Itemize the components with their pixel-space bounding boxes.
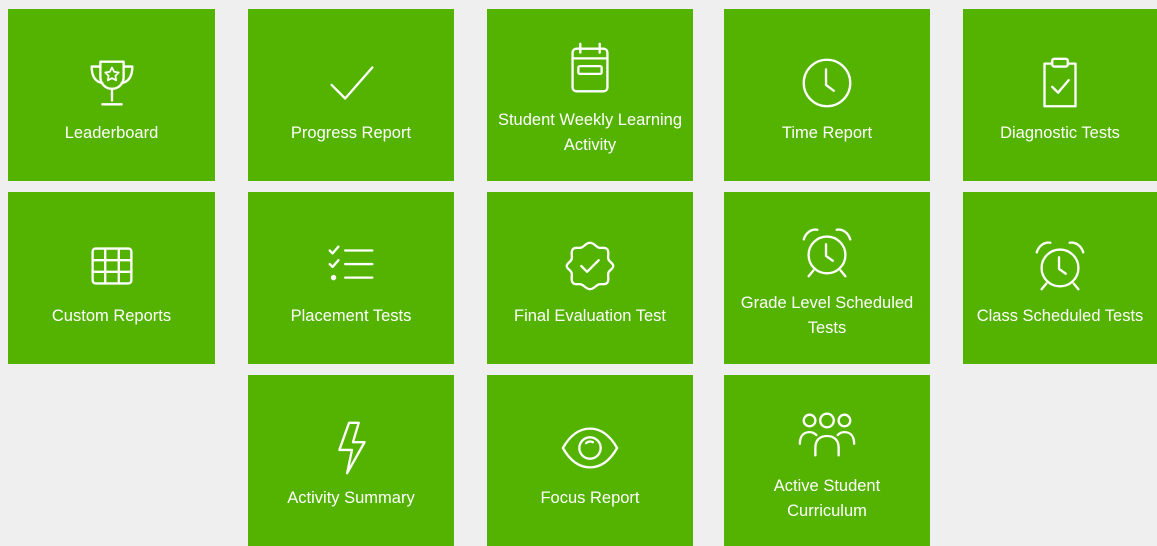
tile-label: Leaderboard [64,123,159,142]
table-icon [80,234,144,298]
checklist-icon [319,234,383,298]
lightning-icon [319,416,383,480]
tile-label: Focus Report [540,489,640,507]
alarm-clock-icon [1028,234,1092,298]
users-group-icon [795,404,859,468]
tile-label: Final Evaluation Test [514,306,666,325]
tile-class-scheduled-tests[interactable]: Class Scheduled Tests [963,192,1157,364]
tile-grade-level-scheduled-tests[interactable]: Grade Level Scheduled Tests [724,192,930,364]
tile-custom-reports[interactable]: Custom Reports [8,192,215,364]
tile-student-weekly-learning-activity[interactable]: Student Weekly Learning Activity [487,9,693,181]
calendar-icon [558,38,622,102]
tile-label: Placement Tests [290,306,412,325]
tile-label: Custom Reports [51,306,172,325]
tile-time-report[interactable]: Time Report [724,9,930,181]
tile-label: Progress Report [290,123,412,142]
tile-focus-report[interactable]: Focus Report [487,375,693,546]
tile-label: Active Student Curriculum [773,476,881,520]
tile-activity-summary[interactable]: Activity Summary [248,375,454,546]
tile-final-evaluation-test[interactable]: Final Evaluation Test [487,192,693,364]
tile-leaderboard[interactable]: Leaderboard [8,9,215,181]
trophy-icon [80,51,144,115]
checkmark-icon [319,51,383,115]
clipboard-check-icon [1028,51,1092,115]
tile-label: Class Scheduled Tests [976,306,1144,325]
badge-check-icon [558,234,622,298]
tile-label: Activity Summary [287,489,415,507]
tile-label: Student Weekly Learning Activity [497,111,683,154]
alarm-clock-icon [795,221,859,285]
clock-icon [795,51,859,115]
tile-label: Grade Level Scheduled Tests [740,294,914,337]
tile-placement-tests[interactable]: Placement Tests [248,192,454,364]
tile-label: Diagnostic Tests [1000,123,1120,142]
tile-label: Time Report [781,123,873,142]
tile-active-student-curriculum[interactable]: Active Student Curriculum [724,375,930,546]
tile-progress-report[interactable]: Progress Report [248,9,454,181]
tile-diagnostic-tests[interactable]: Diagnostic Tests [963,9,1157,181]
reports-grid: Leaderboard Progress Report Student Week… [0,0,1157,546]
eye-icon [558,416,622,480]
